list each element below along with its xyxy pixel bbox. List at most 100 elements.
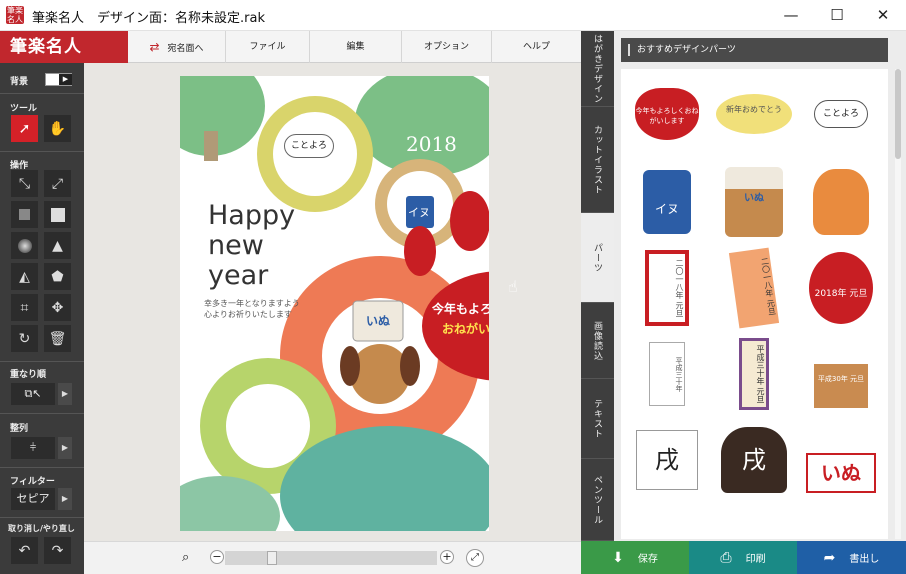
- filter-select[interactable]: セピア: [11, 488, 55, 510]
- rotate-button[interactable]: ↻: [11, 325, 38, 352]
- scrollbar-thumb[interactable]: [895, 69, 901, 159]
- zoom-in-button[interactable]: +: [440, 550, 454, 564]
- paw-toe-shape: [404, 226, 436, 276]
- design-canvas[interactable]: 2018 Happy new year 幸多き一年となりますよう 心よりお祈りい…: [84, 63, 581, 541]
- tab-pen-tool[interactable]: ペンツール: [581, 459, 614, 541]
- menu-bar: ⇄ 宛名面へ ファイル 編集 オプション ヘルプ: [128, 31, 581, 63]
- small-square-icon: [19, 209, 30, 220]
- crop-button[interactable]: ⌗: [11, 294, 38, 321]
- save-button[interactable]: ⬇ 保存: [581, 541, 689, 574]
- part-kotoyoro-bubble[interactable]: ことよろ: [798, 71, 884, 157]
- divider: [0, 467, 84, 468]
- shape-combine-button[interactable]: ◭: [11, 263, 38, 290]
- move-button[interactable]: ✥: [44, 294, 71, 321]
- postcard[interactable]: 2018 Happy new year 幸多き一年となりますよう 心よりお祈りい…: [180, 76, 489, 531]
- part-kagami-mochi[interactable]: 平成30年 元旦: [798, 331, 884, 417]
- blur-button[interactable]: [11, 232, 38, 259]
- part-chef-dog[interactable]: いぬ: [711, 159, 797, 245]
- part-calligraphy-dog[interactable]: 戌: [624, 417, 710, 503]
- swap-icon: ⇄: [149, 40, 160, 54]
- export-button[interactable]: ➦ 書出し: [797, 541, 906, 574]
- minimize-button[interactable]: —: [768, 0, 814, 31]
- part-daruma-2018[interactable]: 2018年 元旦: [798, 245, 884, 331]
- part-label: 二〇一八年 元旦: [645, 250, 689, 326]
- shape-overlap-icon: ⬟: [51, 268, 64, 285]
- zoom-slider[interactable]: [225, 551, 437, 565]
- divider: [0, 93, 84, 94]
- menu-options[interactable]: オプション: [402, 31, 492, 63]
- divider: [0, 517, 84, 518]
- filter-dropdown[interactable]: ▶: [58, 488, 72, 510]
- part-scroll-plaque[interactable]: 二〇一八年 元旦: [711, 245, 797, 331]
- triangle-button[interactable]: ▲: [44, 232, 71, 259]
- menu-edit[interactable]: 編集: [310, 31, 402, 63]
- shape-combine-icon: ◭: [19, 268, 30, 285]
- part-new-year-bubble[interactable]: 新年おめでとう: [711, 71, 797, 157]
- close-button[interactable]: ✕: [860, 0, 906, 31]
- undo-button[interactable]: ↶: [11, 537, 38, 564]
- small-square-button[interactable]: [11, 201, 38, 228]
- parts-panel: おすすめデザインパーツ 今年もよろしくおねがいします 新年おめでとう ことよろ …: [614, 31, 906, 541]
- trash-icon: 🗑: [48, 330, 67, 347]
- part-label: ことよろ: [814, 100, 868, 128]
- menu-help[interactable]: ヘルプ: [492, 31, 581, 63]
- select-tool-button[interactable]: ➚: [11, 115, 38, 142]
- expand-button[interactable]: ⤢: [44, 170, 71, 197]
- zoom-slider-thumb[interactable]: [267, 551, 277, 565]
- stack-order-label: 重なり順: [10, 370, 47, 380]
- part-hanging-scroll[interactable]: 平成三十年 元旦: [711, 331, 797, 417]
- app-icon: 筆楽名人: [6, 6, 24, 24]
- print-label: 印刷: [745, 554, 766, 565]
- search-icon[interactable]: ⌕: [182, 550, 189, 565]
- fox-dog-shape: [813, 169, 869, 235]
- part-label: いぬ: [725, 167, 783, 237]
- part-black-dog-kanji[interactable]: 戌: [711, 417, 797, 503]
- align-button[interactable]: ⫩: [11, 437, 55, 459]
- app-logo: 筆楽名人: [0, 31, 128, 63]
- part-inu-shirt-dog[interactable]: イヌ: [624, 159, 710, 245]
- shrink-button[interactable]: ⤡: [11, 170, 38, 197]
- zoom-out-button[interactable]: −: [210, 550, 224, 564]
- menu-file[interactable]: ファイル: [226, 31, 310, 63]
- part-label: イヌ: [643, 170, 691, 234]
- part-fox-dog-fan[interactable]: [798, 159, 884, 245]
- tab-cut-illustration[interactable]: カットイラスト: [581, 107, 614, 213]
- part-red-frame-plaque[interactable]: 二〇一八年 元旦: [624, 245, 710, 331]
- chevron-right-icon: ▶: [61, 494, 69, 503]
- print-button[interactable]: ⎙ 印刷: [689, 541, 797, 574]
- part-label: 平成30年 元旦: [814, 364, 868, 408]
- delete-button[interactable]: 🗑: [44, 325, 71, 352]
- tab-text[interactable]: テキスト: [581, 379, 614, 459]
- part-two-dogs-inu[interactable]: いぬ: [798, 417, 884, 503]
- stack-order-button[interactable]: ⧉↖: [11, 383, 55, 405]
- tab-label: はがきデザイン: [592, 33, 602, 104]
- paw-toe-shape: [450, 191, 489, 251]
- redo-button[interactable]: ↷: [44, 537, 71, 564]
- menu-address-side[interactable]: ⇄ 宛名面へ: [128, 31, 226, 63]
- paw-text-line-2: おねがいします: [442, 322, 489, 336]
- expand-icon: ⤢: [51, 175, 64, 192]
- tab-postcard-design[interactable]: はがきデザイン: [581, 31, 614, 107]
- align-dropdown[interactable]: ▶: [58, 437, 72, 459]
- vertical-tab-bar: はがきデザイン カットイラスト パーツ 画像読込 テキスト ペンツール: [581, 31, 614, 541]
- tab-label: ペンツール: [592, 474, 602, 525]
- tab-image-import[interactable]: 画像読込: [581, 303, 614, 379]
- tab-parts[interactable]: パーツ: [581, 213, 614, 303]
- stack-order-dropdown[interactable]: ▶: [58, 383, 72, 405]
- fit-screen-icon[interactable]: ⤢: [466, 549, 484, 567]
- part-label: 平成三十年 元旦: [739, 338, 769, 410]
- zoom-bar: ⌕ − + ⤢: [84, 541, 581, 574]
- large-square-button[interactable]: [44, 201, 71, 228]
- part-label: 二〇一八年 元旦: [728, 247, 780, 329]
- background-toggle[interactable]: ▶: [45, 73, 72, 86]
- greeting-line-1: Happy: [208, 200, 296, 231]
- parts-panel-header: おすすめデザインパーツ: [621, 38, 888, 62]
- shape-overlap-button[interactable]: ⬟: [44, 263, 71, 290]
- part-paw-sticker[interactable]: 今年もよろしくおねがいします: [624, 71, 710, 157]
- chevron-right-icon: ▶: [61, 443, 69, 452]
- hand-tool-button[interactable]: ✋: [44, 115, 71, 142]
- cursor-arrow-icon: ➚: [18, 120, 31, 137]
- parts-scrollbar[interactable]: [895, 69, 901, 539]
- maximize-button[interactable]: ☐: [814, 0, 860, 31]
- part-tag-heisei[interactable]: 平成三十年: [624, 331, 710, 417]
